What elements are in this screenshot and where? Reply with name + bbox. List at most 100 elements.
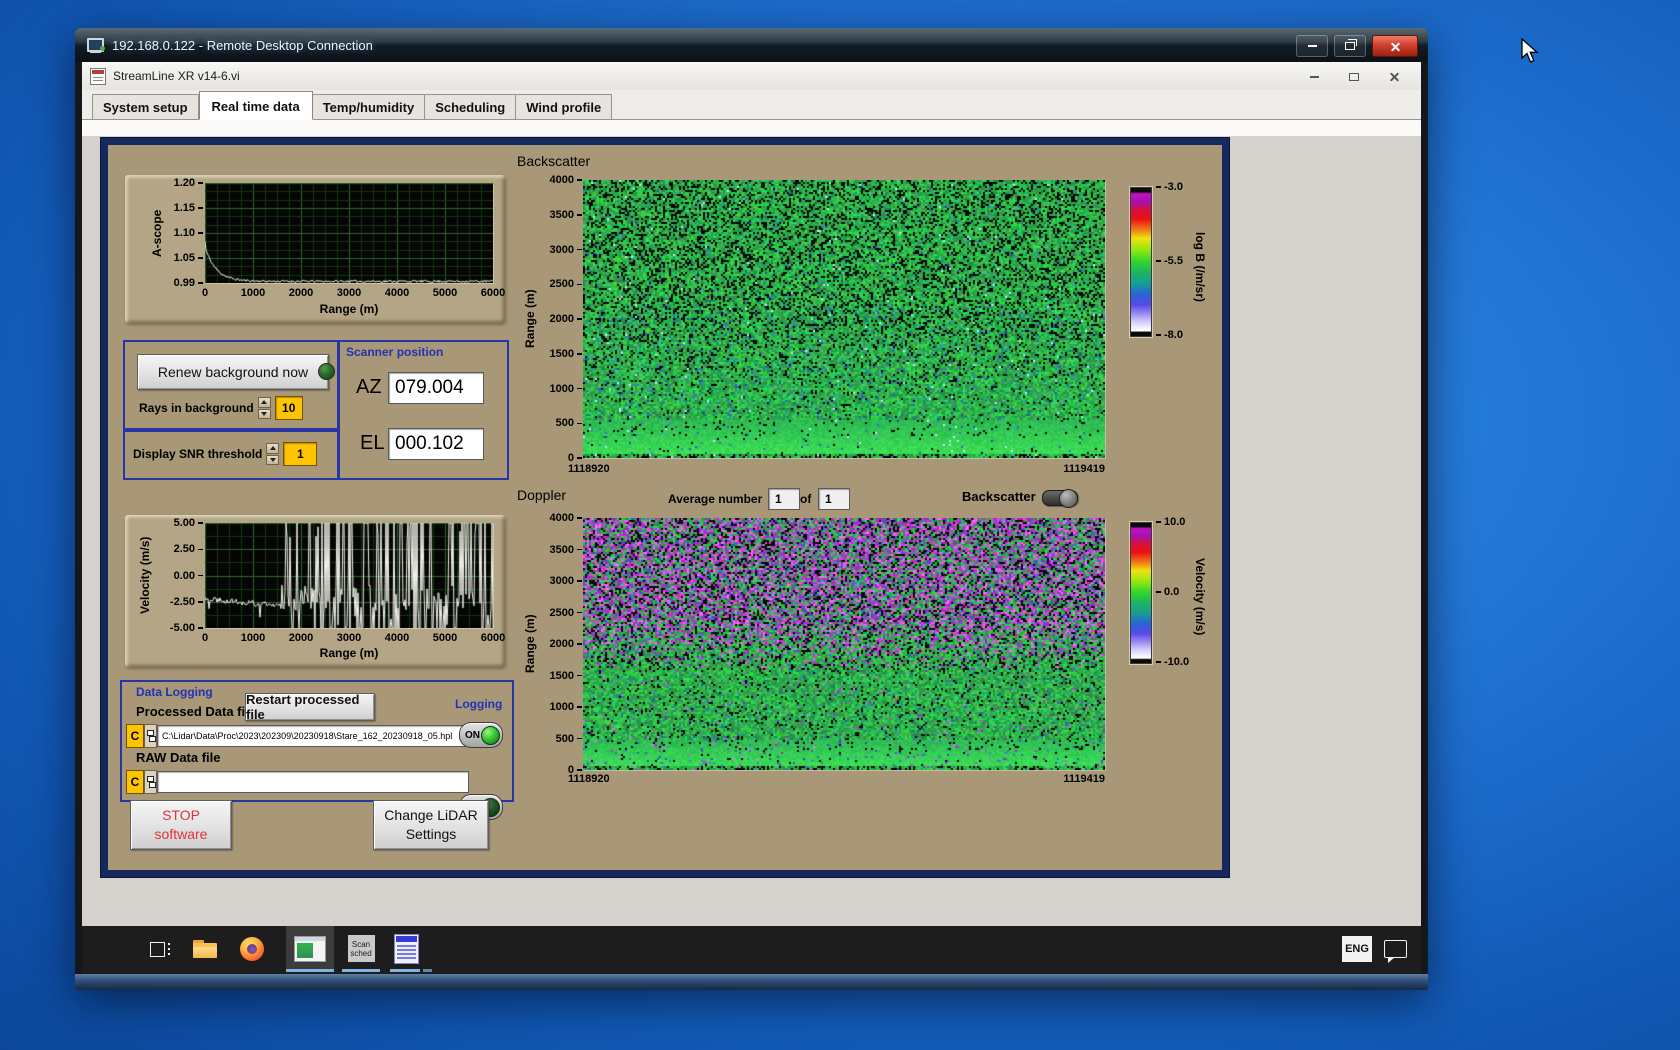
backscatter-toggle-label: Backscatter bbox=[962, 489, 1036, 504]
drive-letter-selector[interactable]: C bbox=[126, 770, 144, 794]
close-icon bbox=[1389, 71, 1400, 82]
main-panel: Backscatter A-scope 1.20 1.15 1.10 1.05 0.99… bbox=[100, 137, 1230, 878]
tick-label: 500 bbox=[556, 733, 582, 745]
tab-scheduling[interactable]: Scheduling bbox=[425, 94, 517, 119]
tick-label: -3.0 bbox=[1156, 181, 1183, 193]
tab-system-setup[interactable]: System setup bbox=[92, 94, 199, 119]
vi-icon bbox=[90, 67, 106, 85]
ascope-xlabel: Range (m) bbox=[319, 302, 379, 316]
panel-surface: Backscatter A-scope 1.20 1.15 1.10 1.05 0.99… bbox=[108, 145, 1222, 870]
velocity-xlabel: Range (m) bbox=[319, 646, 379, 660]
on-label: ON bbox=[465, 729, 480, 741]
tick-label: 1000 bbox=[550, 701, 582, 713]
tick-label: 2000 bbox=[288, 632, 314, 644]
streamline-app-button[interactable] bbox=[286, 926, 334, 971]
tab-temp-humidity[interactable]: Temp/humidity bbox=[312, 94, 426, 119]
az-value-field: 079.004 bbox=[388, 372, 484, 404]
tick-label: 0.00 bbox=[174, 570, 203, 582]
backscatter-time-start: 1118920 bbox=[568, 463, 610, 475]
average-number-field[interactable]: 1 bbox=[768, 488, 800, 510]
stop-line2: software bbox=[154, 826, 208, 842]
doppler-ylabel: Range (m) bbox=[523, 614, 537, 674]
velocity-ylabel: Velocity (m/s) bbox=[138, 536, 152, 615]
firefox-button[interactable] bbox=[230, 926, 274, 971]
rays-in-background-value[interactable]: 10 bbox=[274, 396, 303, 420]
tick-label: 500 bbox=[556, 417, 582, 429]
firefox-icon bbox=[240, 936, 264, 961]
ascope-graph: A-scope 1.20 1.15 1.10 1.05 0.99 0 1000 2000 30… bbox=[125, 175, 505, 323]
rdp-minimize-button[interactable] bbox=[1296, 35, 1328, 57]
panel-top-strip bbox=[82, 120, 1421, 136]
language-badge: ENG bbox=[1342, 935, 1372, 962]
tick-label: 6000 bbox=[480, 632, 506, 644]
snr-threshold-value[interactable]: 1 bbox=[283, 442, 318, 466]
scan-scheduler-button[interactable]: Scan sched bbox=[341, 926, 381, 971]
path-browse-button[interactable] bbox=[144, 724, 157, 748]
doppler-colorbar bbox=[1130, 522, 1152, 664]
restore-icon bbox=[1345, 39, 1357, 50]
path-browse-button[interactable] bbox=[144, 770, 157, 794]
mouse-cursor bbox=[1521, 38, 1539, 63]
tick-label: 4000 bbox=[384, 632, 410, 644]
tick-label: 2000 bbox=[288, 287, 314, 299]
backscatter-plot-title: Backscatter bbox=[517, 153, 591, 169]
scan-icon-text2: sched bbox=[350, 948, 372, 958]
raw-data-file-label: RAW Data file bbox=[136, 750, 221, 765]
el-value-field: 000.102 bbox=[388, 428, 484, 460]
ascope-plot-area bbox=[205, 183, 493, 283]
tick-label: 1000 bbox=[240, 632, 266, 644]
data-logging-box: Data Logging Processed Data file Restart… bbox=[120, 680, 514, 820]
remote-taskbar: Scan sched ENG bbox=[82, 926, 1421, 974]
backscatter-doppler-toggle[interactable] bbox=[1042, 489, 1078, 508]
tick-label: 4000 bbox=[550, 512, 582, 524]
tick-label: 0 bbox=[201, 632, 209, 644]
app-close-button[interactable] bbox=[1381, 69, 1407, 84]
desktop: 192.168.0.122 - Remote Desktop Connectio… bbox=[0, 0, 1680, 1050]
tick-label: 3000 bbox=[336, 287, 362, 299]
vi-document-button[interactable] bbox=[388, 926, 424, 971]
backscatter-heatmap bbox=[583, 180, 1105, 458]
close-icon bbox=[1390, 41, 1401, 52]
restart-processed-file-button[interactable]: Restart processed file bbox=[245, 692, 375, 722]
doppler-time-end: 1119419 bbox=[1063, 773, 1105, 785]
toggle-knob-icon bbox=[1059, 489, 1078, 508]
renew-background-button[interactable]: Renew background now bbox=[137, 354, 329, 390]
file-explorer-button[interactable] bbox=[185, 926, 225, 971]
drive-letter-selector[interactable]: C bbox=[126, 724, 144, 748]
increment-icon bbox=[269, 446, 276, 451]
snr-spinner[interactable] bbox=[266, 443, 280, 465]
action-center-button[interactable] bbox=[1378, 926, 1412, 971]
backscatter-colorbar-label: log B (/m/sr) bbox=[1193, 231, 1207, 302]
rays-spinner[interactable] bbox=[257, 397, 271, 419]
tick-label: 2.50 bbox=[174, 543, 203, 555]
tick-label: 1.05 bbox=[174, 252, 203, 264]
tick-label: 1500 bbox=[550, 670, 582, 682]
processed-logging-toggle[interactable]: ON bbox=[459, 722, 503, 748]
rays-in-background-label: Rays in background bbox=[139, 401, 254, 415]
rdp-titlebar[interactable]: 192.168.0.122 - Remote Desktop Connectio… bbox=[75, 28, 1428, 62]
tick-label: 4000 bbox=[384, 287, 410, 299]
doppler-heatmap bbox=[583, 518, 1105, 770]
change-lidar-settings-button[interactable]: Change LiDAR Settings bbox=[373, 800, 489, 850]
language-indicator[interactable]: ENG bbox=[1340, 926, 1374, 971]
tab-wind-profile[interactable]: Wind profile bbox=[516, 94, 613, 119]
app-restore-button[interactable] bbox=[1341, 69, 1367, 84]
task-view-button[interactable] bbox=[140, 926, 180, 971]
average-count-field[interactable]: 1 bbox=[818, 488, 850, 510]
velocity-plot-area bbox=[205, 523, 493, 628]
rdp-close-button[interactable] bbox=[1372, 35, 1418, 57]
backscatter-ylabel: Range (m) bbox=[523, 289, 537, 349]
tick-label: 2500 bbox=[550, 607, 582, 619]
app-titlebar[interactable]: StreamLine XR v14-6.vi bbox=[82, 62, 1421, 91]
tick-label: 1.10 bbox=[174, 227, 203, 239]
stop-software-button[interactable]: STOP software bbox=[130, 800, 232, 850]
processed-path-field[interactable]: C:\Lidar\Data\Proc\2023\202309\20230918\… bbox=[157, 725, 469, 747]
app-minimize-button[interactable] bbox=[1301, 69, 1327, 84]
tab-real-time-data[interactable]: Real time data bbox=[198, 91, 313, 120]
az-label: AZ bbox=[356, 376, 382, 398]
change-line1: Change LiDAR bbox=[384, 807, 478, 823]
decrement-icon bbox=[261, 411, 268, 416]
raw-path-field[interactable] bbox=[157, 771, 469, 793]
rdp-restore-button[interactable] bbox=[1334, 35, 1366, 57]
tick-label: 5.00 bbox=[174, 517, 203, 529]
